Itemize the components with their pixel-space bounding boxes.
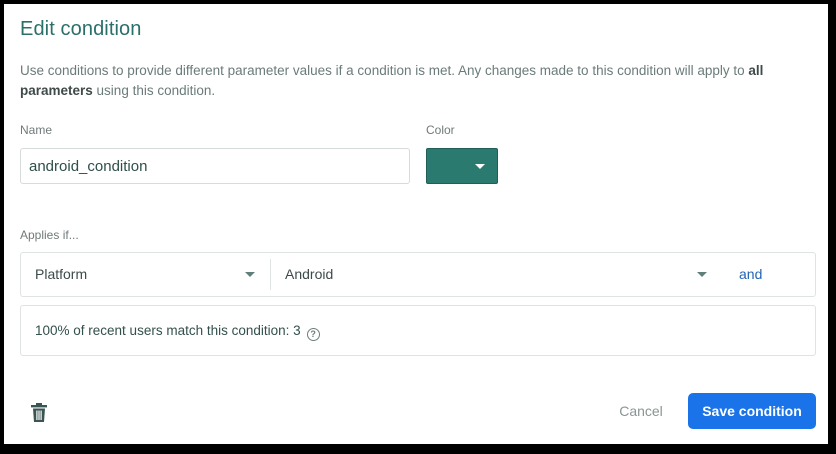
attribute-select[interactable]: Platform (35, 253, 260, 296)
save-condition-button[interactable]: Save condition (688, 393, 816, 429)
applies-if-label: Applies if... (20, 228, 79, 242)
help-circle-icon[interactable]: ? (306, 328, 320, 341)
platform-value-select[interactable]: Android (285, 253, 715, 296)
chevron-down-icon (697, 272, 707, 277)
color-picker-button[interactable] (426, 148, 498, 184)
dialog-description: Use conditions to provide different para… (20, 61, 810, 101)
match-summary-row: 100% of recent users match this conditio… (35, 306, 320, 355)
and-button[interactable]: and (739, 253, 762, 296)
dialog-title: Edit condition (20, 18, 142, 40)
trash-icon[interactable] (30, 402, 48, 424)
description-text-pre: Use conditions to provide different para… (20, 63, 749, 78)
select-divider (270, 259, 271, 290)
rule-row: Platform Android and (20, 252, 816, 297)
attribute-select-value: Platform (35, 266, 88, 282)
edit-condition-dialog: Edit condition Use conditions to provide… (4, 4, 828, 444)
chevron-down-icon (475, 164, 485, 169)
condition-name-input[interactable] (20, 148, 410, 184)
color-label: Color (426, 123, 455, 137)
match-summary-text: 100% of recent users match this conditio… (35, 323, 301, 338)
cancel-button[interactable]: Cancel (604, 394, 678, 428)
platform-value-select-value: Android (285, 266, 334, 282)
chevron-down-icon (245, 272, 255, 277)
name-label: Name (20, 123, 53, 137)
match-summary: 100% of recent users match this conditio… (20, 305, 816, 356)
description-text-post: using this condition. (92, 83, 216, 98)
